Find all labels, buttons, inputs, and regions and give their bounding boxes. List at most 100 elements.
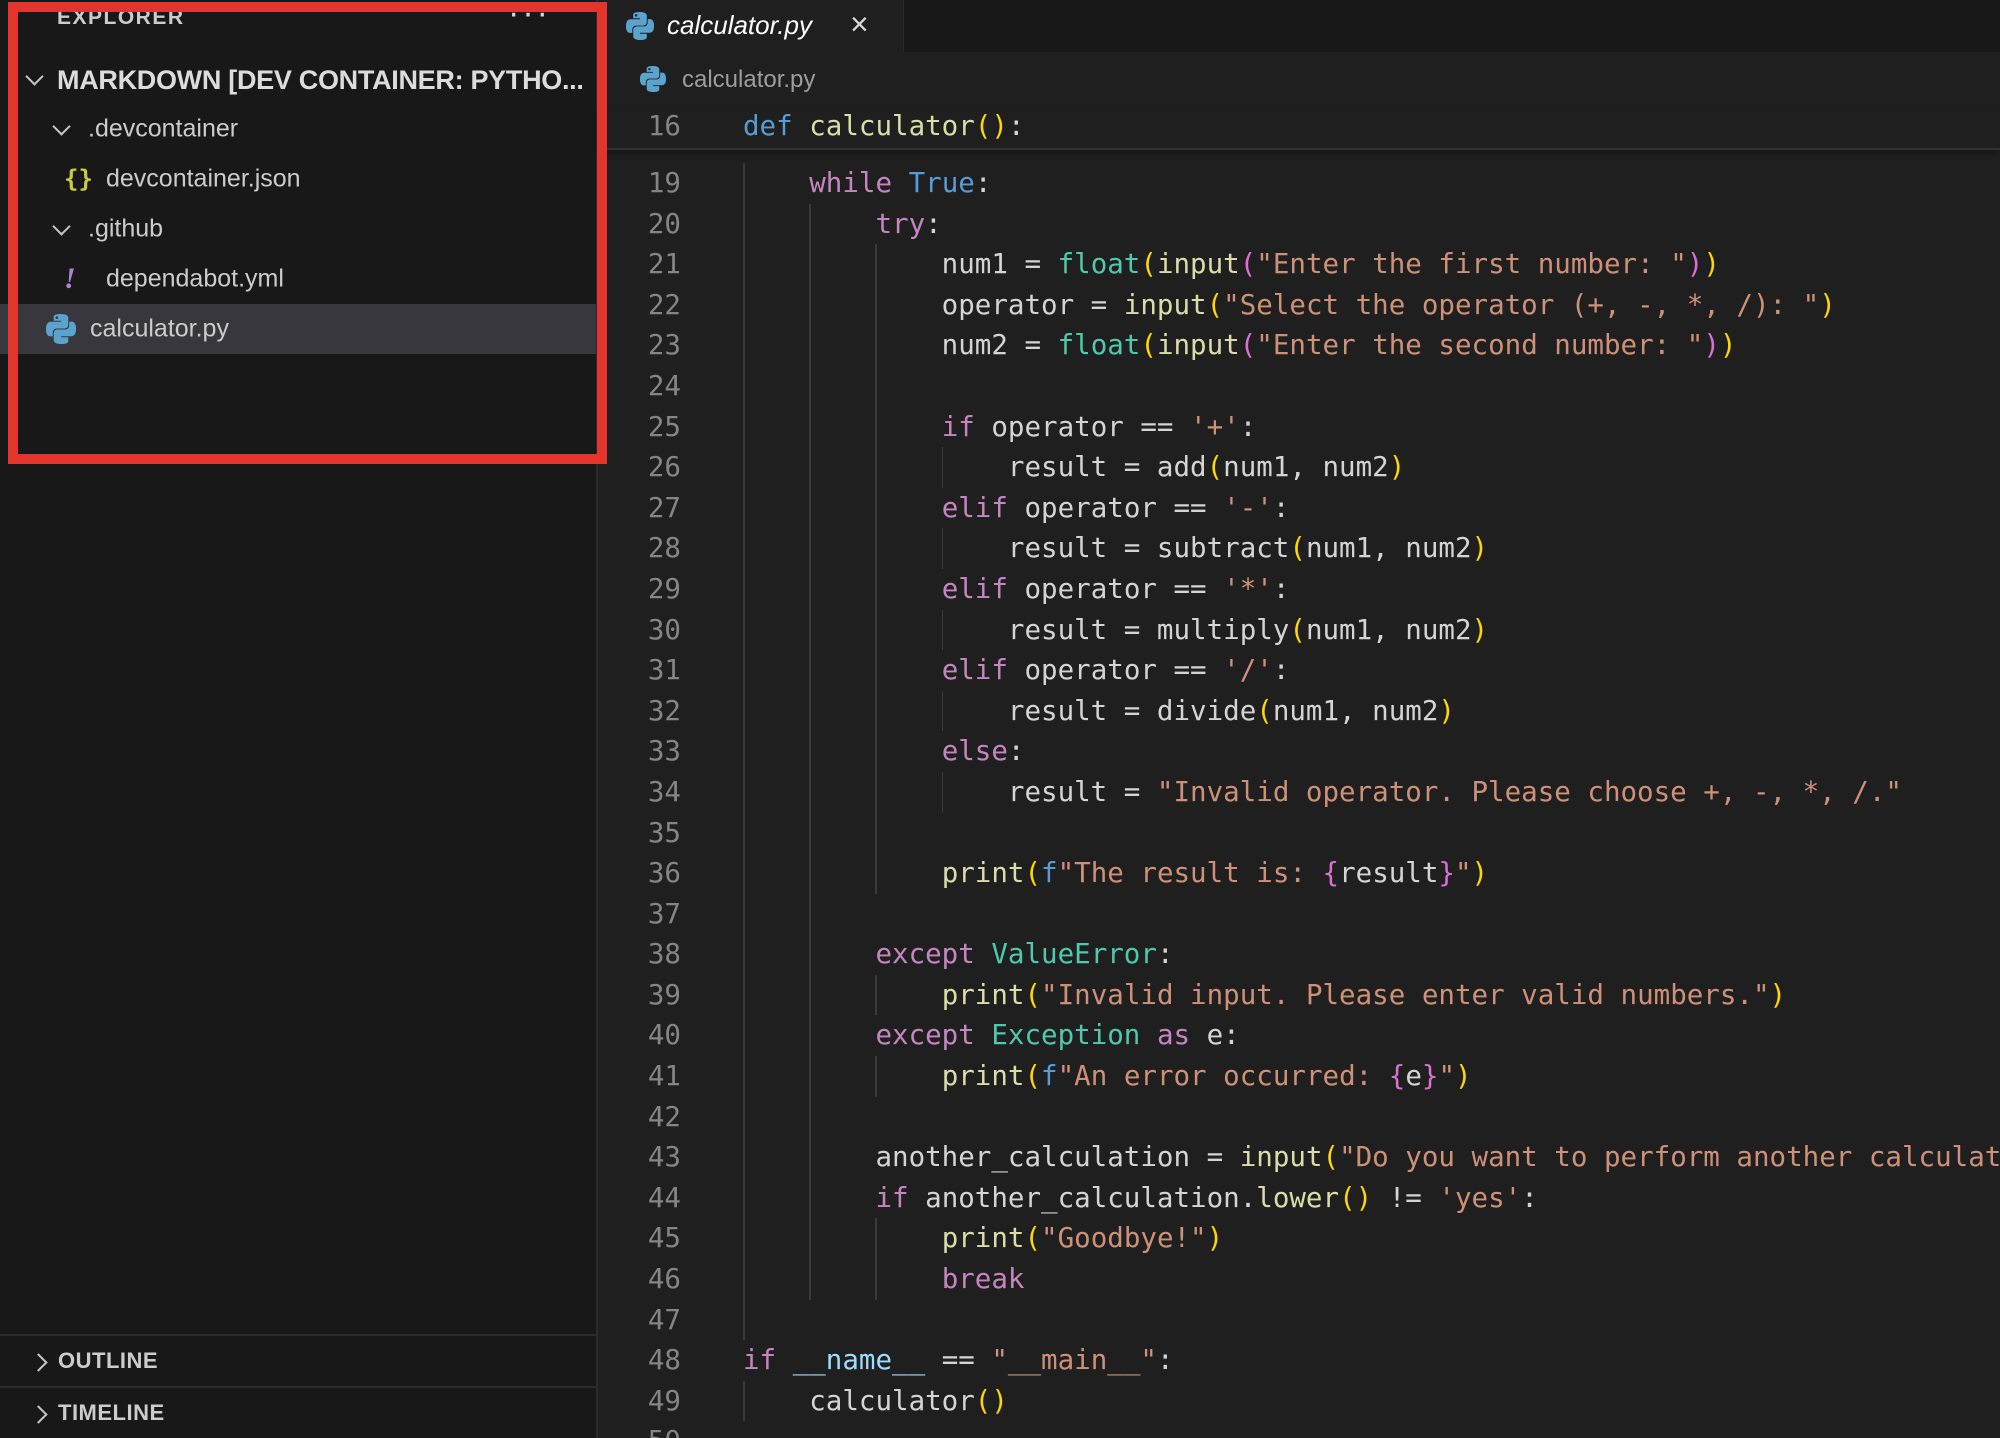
code-line-29[interactable]: 29 elif operator == '*': bbox=[598, 569, 2000, 610]
tree-item--devcontainer[interactable]: .devcontainer bbox=[0, 104, 596, 154]
code-line-24[interactable]: 24 bbox=[598, 366, 2000, 407]
vscode-window: EXPLORER ··· MARKDOWN [DEV CONTAINER: PY… bbox=[0, 0, 2000, 1438]
code-line-50[interactable]: 50 bbox=[598, 1421, 2000, 1438]
code-line-20[interactable]: 20 try: bbox=[598, 204, 2000, 245]
more-actions-icon[interactable]: ··· bbox=[508, 0, 551, 33]
code-text: print(f"An error occurred: {e}") bbox=[743, 1056, 1472, 1097]
line-number: 25 bbox=[598, 407, 743, 448]
code-line-43[interactable]: 43 another_calculation = input("Do you w… bbox=[598, 1137, 2000, 1178]
code-line-48[interactable]: 48if __name__ == "__main__": bbox=[598, 1340, 2000, 1381]
line-number: 46 bbox=[598, 1259, 743, 1300]
code-line-32[interactable]: 32 result = divide(num1, num2) bbox=[598, 691, 2000, 732]
sidebar-section-timeline[interactable]: TIMELINE bbox=[0, 1386, 596, 1438]
code-text: result = multiply(num1, num2) bbox=[743, 610, 1488, 651]
code-text: result = add(num1, num2) bbox=[743, 447, 1405, 488]
code-line-49[interactable]: 49 calculator() bbox=[598, 1381, 2000, 1422]
code-line-27[interactable]: 27 elif operator == '-': bbox=[598, 488, 2000, 529]
line-number: 38 bbox=[598, 934, 743, 975]
code-text: another_calculation = input("Do you want… bbox=[743, 1137, 2000, 1178]
explorer-sidebar: EXPLORER ··· MARKDOWN [DEV CONTAINER: PY… bbox=[0, 0, 598, 1438]
tree-item-calculator-py[interactable]: calculator.py bbox=[0, 304, 596, 354]
indent-guide bbox=[875, 813, 877, 854]
tree-item-dependabot-yml[interactable]: !dependabot.yml bbox=[0, 254, 596, 304]
code-text: elif operator == '*': bbox=[743, 569, 1289, 610]
code-line-22[interactable]: 22 operator = input("Select the operator… bbox=[598, 285, 2000, 326]
chevron-down-icon bbox=[52, 217, 70, 235]
code-line-38[interactable]: 38 except ValueError: bbox=[598, 934, 2000, 975]
code-line-46[interactable]: 46 break bbox=[598, 1259, 2000, 1300]
line-number: 20 bbox=[598, 204, 743, 245]
code-line-35[interactable]: 35 bbox=[598, 813, 2000, 854]
line-number: 23 bbox=[598, 325, 743, 366]
indent-guide bbox=[809, 366, 811, 407]
line-number: 24 bbox=[598, 366, 743, 407]
code-line-33[interactable]: 33 else: bbox=[598, 731, 2000, 772]
line-number: 45 bbox=[598, 1218, 743, 1259]
line-number: 43 bbox=[598, 1137, 743, 1178]
line-number: 36 bbox=[598, 853, 743, 894]
tree-item-label: dependabot.yml bbox=[106, 265, 284, 294]
indent-guide bbox=[809, 813, 811, 854]
code-line-25[interactable]: 25 if operator == '+': bbox=[598, 407, 2000, 448]
line-number: 29 bbox=[598, 569, 743, 610]
code-line-26[interactable]: 26 result = add(num1, num2) bbox=[598, 447, 2000, 488]
tab-calculator-py[interactable]: calculator.py × bbox=[598, 0, 904, 52]
code-line-45[interactable]: 45 print("Goodbye!") bbox=[598, 1218, 2000, 1259]
line-number: 22 bbox=[598, 285, 743, 326]
chevron-down-icon bbox=[52, 117, 70, 135]
timeline-label: TIMELINE bbox=[58, 1400, 165, 1426]
editor-group: calculator.py × calculator.py 16def calc… bbox=[598, 0, 2000, 1438]
json-icon: {} bbox=[64, 165, 93, 193]
code-text: result = divide(num1, num2) bbox=[743, 691, 1455, 732]
code-line-44[interactable]: 44 if another_calculation.lower() != 'ye… bbox=[598, 1178, 2000, 1219]
workspace-root-item[interactable]: MARKDOWN [DEV CONTAINER: PYTHO... bbox=[0, 56, 596, 104]
tree-item-devcontainer-json[interactable]: {} devcontainer.json bbox=[0, 154, 596, 204]
code-text: num2 = float(input("Enter the second num… bbox=[743, 325, 1736, 366]
code-line-37[interactable]: 37 bbox=[598, 894, 2000, 935]
code-text: def calculator(): bbox=[743, 106, 1025, 146]
code-line-21[interactable]: 21 num1 = float(input("Enter the first n… bbox=[598, 244, 2000, 285]
code-area[interactable]: 19 while True:20 try:21 num1 = float(inp… bbox=[598, 163, 2000, 1438]
code-line-41[interactable]: 41 print(f"An error occurred: {e}") bbox=[598, 1056, 2000, 1097]
line-number: 41 bbox=[598, 1056, 743, 1097]
code-text: elif operator == '-': bbox=[743, 488, 1289, 529]
code-line-39[interactable]: 39 print("Invalid input. Please enter va… bbox=[598, 975, 2000, 1016]
line-number: 34 bbox=[598, 772, 743, 813]
tree-item-label: devcontainer.json bbox=[106, 165, 301, 194]
explorer-header: EXPLORER ··· bbox=[0, 0, 596, 36]
tree-item-label: .github bbox=[88, 215, 163, 244]
indent-guide bbox=[743, 366, 745, 407]
code-line-36[interactable]: 36 print(f"The result is: {result}") bbox=[598, 853, 2000, 894]
line-number: 47 bbox=[598, 1300, 743, 1341]
code-line-19[interactable]: 19 while True: bbox=[598, 163, 2000, 204]
close-icon[interactable]: × bbox=[850, 6, 869, 43]
code-line-42[interactable]: 42 bbox=[598, 1097, 2000, 1138]
breadcrumb[interactable]: calculator.py bbox=[598, 52, 2000, 106]
code-text: operator = input("Select the operator (+… bbox=[743, 285, 1836, 326]
workspace-label: MARKDOWN [DEV CONTAINER: PYTHO... bbox=[57, 65, 584, 96]
code-text: result = "Invalid operator. Please choos… bbox=[743, 772, 1902, 813]
line-number: 42 bbox=[598, 1097, 743, 1138]
python-icon bbox=[626, 12, 654, 40]
code-line-47[interactable]: 47 bbox=[598, 1300, 2000, 1341]
line-number: 19 bbox=[598, 163, 743, 204]
line-number: 31 bbox=[598, 650, 743, 691]
line-number: 35 bbox=[598, 813, 743, 854]
code-line-23[interactable]: 23 num2 = float(input("Enter the second … bbox=[598, 325, 2000, 366]
tree-item--github[interactable]: .github bbox=[0, 204, 596, 254]
code-line-28[interactable]: 28 result = subtract(num1, num2) bbox=[598, 528, 2000, 569]
line-number: 44 bbox=[598, 1178, 743, 1219]
code-text: while True: bbox=[743, 163, 991, 204]
code-line-34[interactable]: 34 result = "Invalid operator. Please ch… bbox=[598, 772, 2000, 813]
sticky-scroll-line[interactable]: 16def calculator(): bbox=[598, 106, 2000, 150]
chevron-right-icon bbox=[29, 1353, 47, 1371]
code-text: except Exception as e: bbox=[743, 1015, 1240, 1056]
code-line-40[interactable]: 40 except Exception as e: bbox=[598, 1015, 2000, 1056]
sidebar-section-outline[interactable]: OUTLINE bbox=[0, 1334, 596, 1386]
code-text: result = subtract(num1, num2) bbox=[743, 528, 1488, 569]
code-line-31[interactable]: 31 elif operator == '/': bbox=[598, 650, 2000, 691]
indent-guide bbox=[809, 1097, 811, 1138]
line-number: 50 bbox=[598, 1421, 743, 1438]
python-icon bbox=[640, 66, 666, 92]
code-line-30[interactable]: 30 result = multiply(num1, num2) bbox=[598, 610, 2000, 651]
